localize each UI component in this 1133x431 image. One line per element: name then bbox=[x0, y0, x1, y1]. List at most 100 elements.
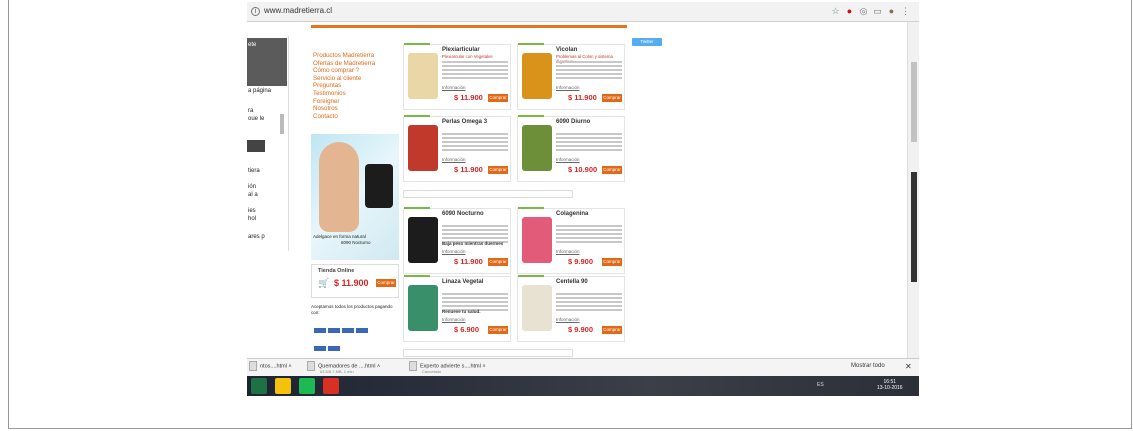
cast-icon[interactable]: ▭ bbox=[873, 7, 882, 16]
extension-icon[interactable]: ◎ bbox=[859, 7, 868, 16]
product-name[interactable]: Linaza Vegetal bbox=[442, 279, 483, 285]
product-price: $ 10.900 bbox=[568, 165, 598, 174]
info-link[interactable]: Información bbox=[442, 317, 466, 322]
scrollbar-dark-region bbox=[911, 172, 917, 282]
language-indicator[interactable]: ES bbox=[817, 382, 824, 388]
scrollbar-thumb[interactable] bbox=[911, 62, 917, 142]
downloads-bar: ntos....html ˄ Quemadores de ....html ˄ 6… bbox=[247, 358, 919, 376]
product-card[interactable]: VicolanProblemas al Colon y sistema dige… bbox=[517, 43, 625, 110]
opera-icon[interactable]: ● bbox=[845, 7, 854, 16]
twitter-button[interactable]: Twitter bbox=[632, 38, 662, 46]
product-name[interactable]: 6090 Nocturno bbox=[442, 211, 484, 217]
file-icon bbox=[409, 361, 417, 371]
store-buy-button[interactable]: Comprar bbox=[376, 279, 396, 287]
vertical-scrollbar[interactable] bbox=[907, 22, 919, 358]
download-item[interactable]: Experto advierte s....html ˄ Cancelado bbox=[409, 361, 486, 375]
product-price: $ 9.900 bbox=[568, 257, 594, 266]
download-status: Cancelado bbox=[422, 369, 442, 374]
star-icon[interactable]: ☆ bbox=[831, 7, 840, 16]
broken-image bbox=[403, 349, 573, 357]
product-card[interactable]: Colagenina Información $ 9.900 Comprar bbox=[517, 207, 625, 274]
buy-button[interactable]: Comprar bbox=[602, 94, 622, 102]
product-name[interactable]: Centella 90 bbox=[556, 279, 588, 285]
close-icon[interactable]: ✕ bbox=[905, 362, 912, 371]
card-accent bbox=[518, 115, 544, 117]
menu-item[interactable]: Ofertas de Madretierra bbox=[313, 60, 399, 68]
buy-button[interactable]: Comprar bbox=[488, 326, 508, 334]
card-accent bbox=[404, 275, 430, 277]
menu-item[interactable]: Testimonios bbox=[313, 90, 399, 98]
info-link[interactable]: Información bbox=[442, 85, 466, 90]
menu-item[interactable]: Cómo comprar ? bbox=[313, 67, 399, 75]
product-name[interactable]: 6090 Diurno bbox=[556, 119, 590, 125]
panel-text: ares p bbox=[248, 234, 265, 240]
panel-text: ete bbox=[248, 42, 257, 48]
product-card[interactable]: Plexiarticular Plexiarcular con Vegetales… bbox=[403, 43, 511, 110]
promo-banner[interactable]: Adelgace en forma natural 6090 Nocturno bbox=[311, 134, 399, 260]
menu-item[interactable]: Productos Madretierra bbox=[313, 52, 399, 60]
screenshot-frame: i www.madretierra.cl ☆ ● ◎ ▭ ● ⋮ ete a p… bbox=[8, 0, 1132, 429]
site-info-icon[interactable]: i bbox=[251, 7, 260, 16]
spotify-icon[interactable] bbox=[299, 378, 315, 394]
product-description bbox=[556, 293, 622, 315]
product-card[interactable]: Centella 90 Información $ 9.900 Comprar bbox=[517, 275, 625, 342]
panel-text: ra bbox=[248, 108, 254, 114]
info-link[interactable]: Información bbox=[556, 317, 580, 322]
cart-icon: 🛒 bbox=[318, 278, 330, 288]
download-item[interactable]: Quemadores de ....html ˄ 63.5/8.7 MB, 1 m… bbox=[307, 361, 380, 375]
product-name[interactable]: Vicolan bbox=[556, 47, 577, 53]
product-description bbox=[556, 61, 622, 83]
product-image[interactable] bbox=[408, 285, 438, 331]
panel-scrollbar[interactable] bbox=[280, 114, 284, 134]
buy-button[interactable]: Comprar bbox=[488, 94, 508, 102]
product-note: Baja peso mientras duermes bbox=[442, 241, 504, 246]
excel-icon[interactable] bbox=[251, 378, 267, 394]
info-link[interactable]: Información bbox=[442, 249, 466, 254]
product-image[interactable] bbox=[408, 125, 438, 171]
promo-product: 6090 Nocturno bbox=[341, 240, 371, 245]
info-link[interactable]: Información bbox=[556, 85, 580, 90]
product-subtitle: Plexiarcular con Vegetales bbox=[442, 54, 493, 59]
menu-item[interactable]: Preguntas bbox=[313, 82, 399, 90]
menu-item[interactable]: Contacto bbox=[313, 113, 399, 121]
info-link[interactable]: Información bbox=[442, 157, 466, 162]
account-icon[interactable]: ● bbox=[887, 7, 896, 16]
browser-address-bar[interactable]: i www.madretierra.cl ☆ ● ◎ ▭ ● ⋮ bbox=[247, 2, 919, 22]
product-image[interactable] bbox=[408, 217, 438, 263]
chrome-icon[interactable] bbox=[275, 378, 291, 394]
buy-button[interactable]: Comprar bbox=[602, 166, 622, 174]
product-image[interactable] bbox=[522, 217, 552, 263]
product-card[interactable]: 6090 Nocturno Información $ 11.900 Comprar B… bbox=[403, 207, 511, 274]
buy-button[interactable]: Comprar bbox=[488, 258, 508, 266]
product-name[interactable]: Colagenina bbox=[556, 211, 588, 217]
product-image[interactable] bbox=[522, 125, 552, 171]
clock[interactable]: 16:51 13-10-2016 bbox=[877, 379, 903, 391]
panel-text: ies bbox=[248, 208, 256, 214]
product-name[interactable]: Plexiarticular bbox=[442, 47, 480, 53]
online-store-box: Tienda Online 🛒 $ 11.900 Comprar bbox=[311, 264, 399, 298]
info-link[interactable]: Información bbox=[556, 249, 580, 254]
menu-item[interactable]: Foreigner bbox=[313, 98, 399, 106]
info-link[interactable]: Información bbox=[556, 157, 580, 162]
product-card[interactable]: Perlas Omega 3 Información $ 11.900 Comprar bbox=[403, 115, 511, 182]
menu-icon[interactable]: ⋮ bbox=[901, 7, 910, 16]
panel-text: oue le bbox=[248, 116, 265, 122]
download-item[interactable]: ntos....html ˄ bbox=[249, 361, 292, 375]
product-image[interactable] bbox=[408, 53, 438, 99]
show-all-downloads[interactable]: Mostrar todo bbox=[851, 363, 885, 369]
menu-item[interactable]: Servicio al cliente bbox=[313, 75, 399, 83]
buy-button[interactable]: Comprar bbox=[488, 166, 508, 174]
acrobat-icon[interactable] bbox=[323, 378, 339, 394]
url-text[interactable]: www.madretierra.cl bbox=[264, 6, 332, 15]
product-image[interactable] bbox=[522, 53, 552, 99]
product-bottle-image bbox=[365, 164, 393, 208]
product-name[interactable]: Perlas Omega 3 bbox=[442, 119, 487, 125]
buy-button[interactable]: Comprar bbox=[602, 258, 622, 266]
buy-button[interactable]: Comprar bbox=[602, 326, 622, 334]
product-card[interactable]: Linaza Vegetal Información $ 6.900 Comprar R… bbox=[403, 275, 511, 342]
product-card[interactable]: 6090 Diurno Información $ 10.900 Comprar bbox=[517, 115, 625, 182]
windows-taskbar: ES 16:51 13-10-2016 bbox=[247, 376, 919, 396]
product-description bbox=[556, 133, 622, 155]
product-image[interactable] bbox=[522, 285, 552, 331]
menu-item[interactable]: Nosotros bbox=[313, 105, 399, 113]
